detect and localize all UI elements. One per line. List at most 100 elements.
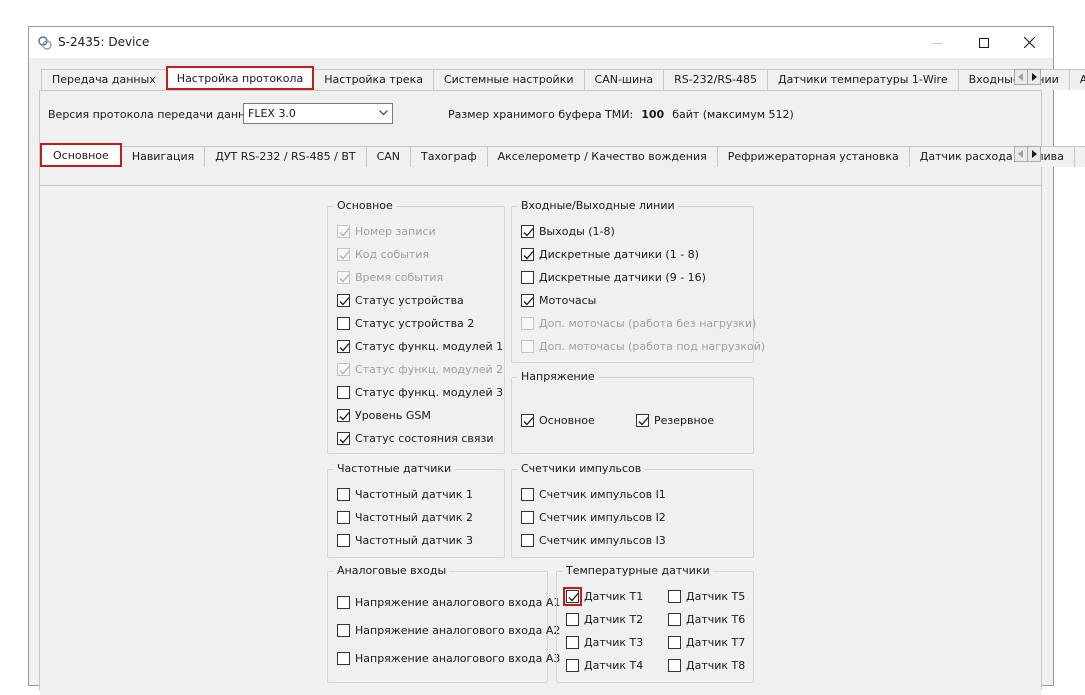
checkbox-box[interactable]: [521, 271, 534, 284]
tab-accelerometer[interactable]: Акселерометр / Качество вождения: [486, 146, 718, 167]
checkbox-main-5[interactable]: Статус устройства 2: [337, 317, 474, 330]
tab-refrigerator[interactable]: Рефрижераторная установка: [716, 146, 910, 167]
checkbox-analog-3[interactable]: Напряжение аналогового входа А3: [337, 652, 560, 665]
checkbox-box[interactable]: [337, 596, 350, 609]
checkbox-voltage-2[interactable]: Резервное: [636, 414, 714, 427]
minimize-button[interactable]: [914, 27, 959, 58]
checkbox-label: Напряжение аналогового входа А2: [355, 624, 561, 637]
checkbox-box[interactable]: [521, 225, 534, 238]
checkbox-box[interactable]: [337, 317, 350, 330]
checkbox-temp-3[interactable]: Датчик T3: [566, 636, 643, 649]
checkbox-box[interactable]: [668, 590, 681, 603]
checkbox-temp-7[interactable]: Датчик T7: [668, 636, 745, 649]
scroll-left-button[interactable]: [1014, 69, 1028, 85]
tab-can-bus[interactable]: CAN-шина: [583, 69, 665, 90]
close-button[interactable]: [1007, 27, 1052, 58]
checkbox-main-10[interactable]: Статус состояния связи: [337, 432, 493, 445]
checkbox-pulse-1[interactable]: Счетчик импульсов I1: [521, 488, 666, 501]
tab-accessories[interactable]: Акс: [1068, 69, 1085, 90]
checkbox-box[interactable]: [668, 636, 681, 649]
group-frequency-sensors: Частотные датчики Частотный датчик 1 Част…: [327, 462, 505, 558]
checkbox-label: Моточасы: [539, 294, 597, 307]
tab-navigation[interactable]: Навигация: [120, 146, 206, 167]
checkbox-box[interactable]: [337, 534, 350, 547]
checkbox-box[interactable]: [337, 386, 350, 399]
checkbox-label: Дискретные датчики (1 - 8): [539, 248, 699, 261]
checkbox-temp-6[interactable]: Датчик T6: [668, 613, 745, 626]
checkbox-label: Выходы (1-8): [539, 225, 615, 238]
checkbox-main-4[interactable]: Статус устройства: [337, 294, 464, 307]
checkbox-label: Частотный датчик 3: [355, 534, 473, 547]
tab-protocol-settings[interactable]: Настройка протокола: [165, 66, 315, 90]
tab-more[interactable]: Д: [1073, 146, 1085, 167]
checkbox-voltage-1[interactable]: Основное: [521, 414, 595, 427]
checkbox-box[interactable]: [337, 432, 350, 445]
checkbox-freq-3[interactable]: Частотный датчик 3: [337, 534, 473, 547]
checkbox-box[interactable]: [337, 409, 350, 422]
checkbox-main-8[interactable]: Статус функц. модулей 3: [337, 386, 503, 399]
checkbox-box[interactable]: [668, 659, 681, 672]
checkbox-temp-4[interactable]: Датчик T4: [566, 659, 643, 672]
checkbox-temp-5[interactable]: Датчик T5: [668, 590, 745, 603]
tab-fuel-level-sensor[interactable]: ДУТ RS-232 / RS-485 / BT: [204, 146, 367, 167]
tab-track-settings[interactable]: Настройка трека: [313, 69, 434, 90]
protocol-version-select[interactable]: FLEX 3.0: [243, 103, 393, 124]
checkbox-analog-2[interactable]: Напряжение аналогового входа А2: [337, 624, 560, 637]
checkbox-freq-2[interactable]: Частотный датчик 2: [337, 511, 473, 524]
minimize-icon: [931, 42, 942, 44]
checkbox-label: Датчик T6: [686, 613, 746, 626]
group-title: Напряжение: [518, 370, 598, 383]
checkbox-box[interactable]: [337, 511, 350, 524]
tab-can[interactable]: CAN: [365, 146, 412, 167]
checkbox-box[interactable]: [521, 534, 534, 547]
checkbox-freq-1[interactable]: Частотный датчик 1: [337, 488, 473, 501]
checkbox-label: Частотный датчик 1: [355, 488, 473, 501]
checkbox-analog-1[interactable]: Напряжение аналогового входа А1: [337, 596, 560, 609]
checkbox-box[interactable]: [566, 659, 579, 672]
maximize-button[interactable]: [961, 27, 1006, 58]
checkbox-main-9[interactable]: Уровень GSM: [337, 409, 431, 422]
checkbox-box[interactable]: [566, 613, 579, 626]
group-title: Счетчики импульсов: [518, 462, 645, 475]
checkbox-box[interactable]: [337, 624, 350, 637]
checkbox-io-5: Доп. моточасы (работа без нагрузки): [521, 317, 756, 330]
tab-data-transfer[interactable]: Передача данных: [41, 69, 167, 90]
checkbox-box[interactable]: [563, 587, 582, 606]
checkbox-io-1[interactable]: Выходы (1-8): [521, 225, 615, 238]
checkbox-pulse-3[interactable]: Счетчик импульсов I3: [521, 534, 666, 547]
buffer-size-info: Размер хранимого буфера ТМИ: 100 байт (мак…: [448, 108, 794, 121]
checkbox-box[interactable]: [668, 613, 681, 626]
checkbox-box[interactable]: [521, 294, 534, 307]
checkbox-box[interactable]: [521, 248, 534, 261]
checkbox-temp-1[interactable]: Датчик T1: [563, 587, 643, 606]
scroll-left-button[interactable]: [1014, 146, 1028, 162]
scroll-right-button[interactable]: [1027, 69, 1041, 85]
tab-fuel-consumption[interactable]: Датчик расхода топлива: [908, 146, 1075, 167]
tab-temp-sensors-1wire[interactable]: Датчики температуры 1-Wire: [766, 69, 959, 90]
tab-tachograph[interactable]: Тахограф: [410, 146, 488, 167]
checkbox-temp-2[interactable]: Датчик T2: [566, 613, 643, 626]
checkbox-temp-8[interactable]: Датчик T8: [668, 659, 745, 672]
tab-rs232-rs485[interactable]: RS-232/RS-485: [663, 69, 768, 90]
checkbox-label: Статус состояния связи: [355, 432, 494, 445]
checkbox-box[interactable]: [636, 414, 649, 427]
checkbox-io-3[interactable]: Дискретные датчики (9 - 16): [521, 271, 706, 284]
checkbox-box[interactable]: [566, 636, 579, 649]
checkbox-box[interactable]: [337, 340, 350, 353]
tab-main[interactable]: Основное: [40, 143, 122, 167]
checkbox-label: Статус функц. модулей 2: [355, 363, 504, 376]
checkbox-box[interactable]: [337, 652, 350, 665]
tab-system-settings[interactable]: Системные настройки: [432, 69, 585, 90]
checkbox-box[interactable]: [521, 511, 534, 524]
checkbox-pulse-2[interactable]: Счетчик импульсов I2: [521, 511, 666, 524]
checkbox-box[interactable]: [337, 294, 350, 307]
checkmark-icon: [339, 274, 350, 283]
checkbox-io-4[interactable]: Моточасы: [521, 294, 596, 307]
checkbox-io-2[interactable]: Дискретные датчики (1 - 8): [521, 248, 699, 261]
checkbox-label: Доп. моточасы (работа без нагрузки): [539, 317, 757, 330]
scroll-right-button[interactable]: [1027, 146, 1041, 162]
checkbox-main-6[interactable]: Статус функц. модулей 1: [337, 340, 503, 353]
checkbox-box[interactable]: [337, 488, 350, 501]
checkbox-box[interactable]: [521, 414, 534, 427]
checkbox-box[interactable]: [521, 488, 534, 501]
